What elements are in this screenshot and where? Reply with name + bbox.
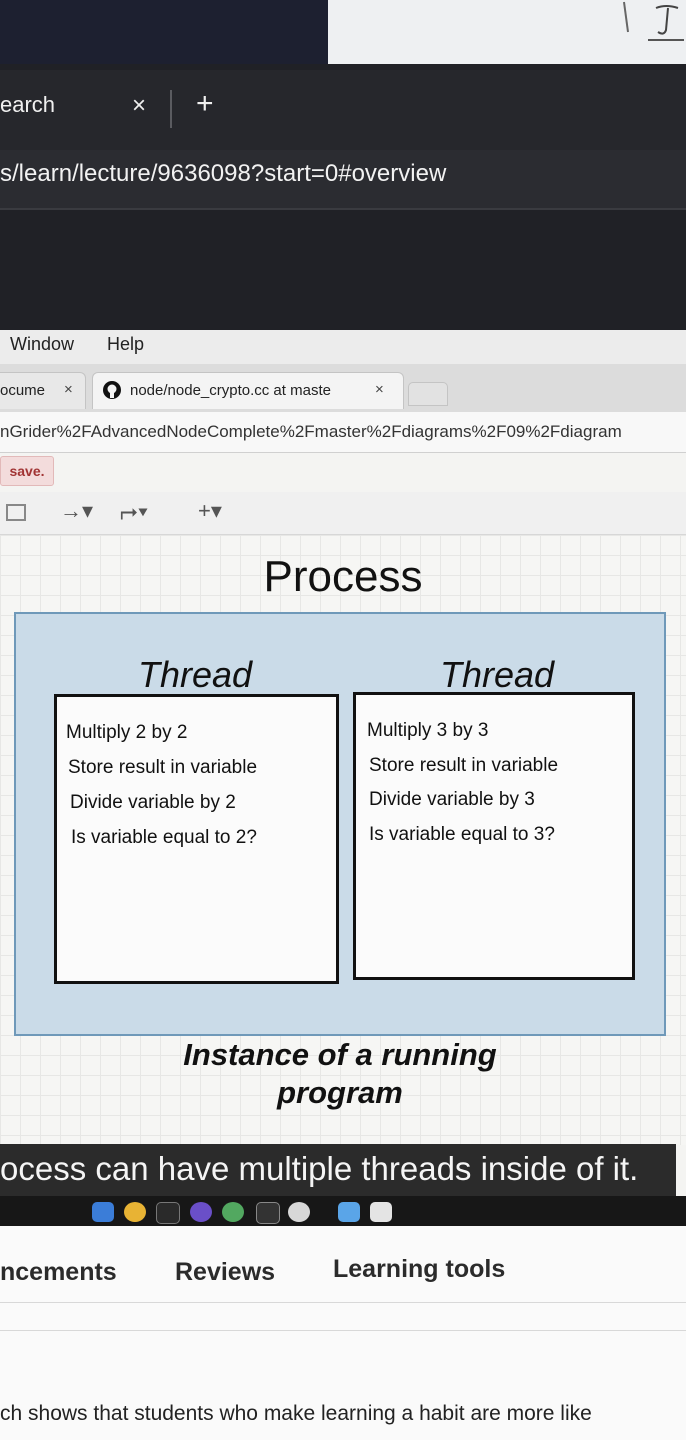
address-url[interactable]: nGrider%2FAdvancedNodeComplete%2Fmaster%… bbox=[0, 422, 622, 442]
thread-step: Multiply 3 by 3 bbox=[367, 720, 489, 741]
video-subtitle: ocess can have multiple threads inside o… bbox=[0, 1150, 639, 1187]
github-icon bbox=[103, 381, 121, 399]
tab-announcements[interactable]: ncements bbox=[0, 1258, 117, 1287]
thread-step: Store result in variable bbox=[68, 757, 258, 778]
thread-step: Divide variable by 2 bbox=[70, 792, 236, 813]
thread-title[interactable]: Thread bbox=[50, 654, 340, 696]
trash-icon[interactable] bbox=[370, 1202, 392, 1222]
app-icon[interactable] bbox=[222, 1202, 244, 1222]
chrome-icon[interactable] bbox=[124, 1202, 146, 1222]
tab-strip bbox=[0, 70, 686, 150]
divider bbox=[0, 1302, 686, 1303]
tab-close-icon[interactable]: × bbox=[375, 381, 384, 398]
save-button[interactable]: save. bbox=[0, 456, 54, 486]
process-caption[interactable]: Instance of a running program bbox=[120, 1036, 560, 1112]
tab-divider bbox=[170, 90, 172, 128]
body-text: ch shows that students who make learning… bbox=[0, 1402, 592, 1425]
thread-step: Is variable equal to 3? bbox=[369, 824, 555, 845]
tab-close-icon[interactable]: × bbox=[132, 92, 146, 120]
editor-toolbar bbox=[0, 492, 686, 535]
menu-bar bbox=[0, 330, 686, 365]
search-app-icon[interactable] bbox=[288, 1202, 310, 1222]
caption-line: Instance of a running bbox=[183, 1037, 497, 1072]
thread-title[interactable]: Thread bbox=[352, 654, 642, 696]
browser-tab-title[interactable]: earch bbox=[0, 92, 55, 118]
finder-icon[interactable] bbox=[92, 1202, 114, 1222]
address-url[interactable]: s/learn/lecture/9636098?start=0#overview bbox=[0, 160, 446, 188]
tab-learning-tools[interactable]: Learning tools bbox=[333, 1255, 505, 1284]
tab-node-crypto-label: node/node_crypto.cc at maste bbox=[130, 382, 331, 399]
menu-window[interactable]: Window bbox=[10, 334, 74, 355]
new-tab-button[interactable]: + bbox=[196, 87, 214, 121]
tab-document-label: ocume bbox=[0, 382, 46, 399]
menu-help[interactable]: Help bbox=[107, 334, 144, 355]
insert-tool[interactable]: +▾ bbox=[198, 498, 222, 524]
terminal-icon[interactable] bbox=[156, 1202, 180, 1224]
divider bbox=[0, 1330, 686, 1331]
thread-step: Divide variable by 3 bbox=[369, 789, 535, 810]
new-tab-button[interactable] bbox=[408, 382, 448, 406]
arrow-tool[interactable]: →▾ bbox=[60, 498, 93, 524]
activity-monitor-icon[interactable] bbox=[256, 1202, 280, 1224]
handwriting-scribble bbox=[623, 1, 684, 41]
thread-step: Store result in variable bbox=[369, 755, 559, 776]
monitor-bezel bbox=[0, 0, 328, 68]
rectangle-tool-icon[interactable] bbox=[6, 504, 26, 521]
caption-line: program bbox=[277, 1075, 403, 1110]
tab-close-icon[interactable]: × bbox=[64, 381, 73, 398]
connector-tool[interactable]: ⮣▾ bbox=[120, 498, 148, 524]
thread-step: Multiply 2 by 2 bbox=[66, 722, 188, 743]
app-icon[interactable] bbox=[190, 1202, 212, 1222]
tab-reviews[interactable]: Reviews bbox=[175, 1258, 275, 1287]
folder-icon[interactable] bbox=[338, 1202, 360, 1222]
process-title[interactable]: Process bbox=[0, 552, 686, 602]
thread-step: Is variable equal to 2? bbox=[71, 827, 257, 848]
